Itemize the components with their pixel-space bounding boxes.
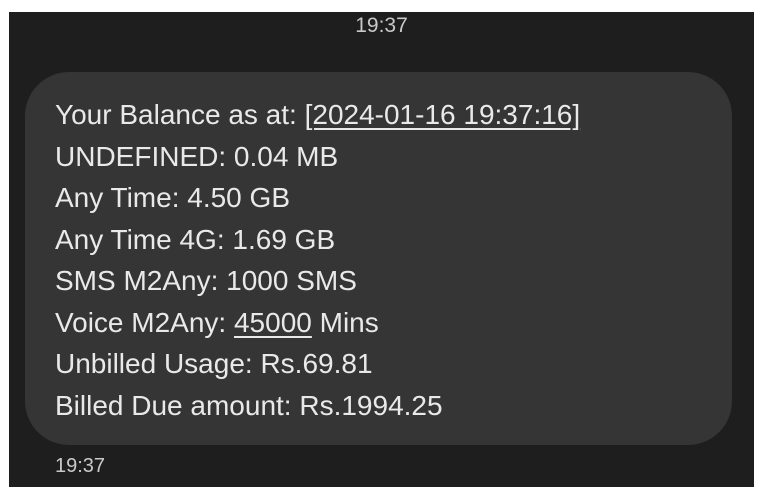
any-time-4g-line: Any Time 4G: 1.69 GB: [55, 223, 336, 255]
balance-label: Your Balance as at:: [55, 99, 305, 130]
message-body: Your Balance as at: [2024-01-16 19:37:16…: [55, 94, 580, 426]
unbilled-usage-line: Unbilled Usage: Rs.69.81: [55, 348, 373, 379]
voice-line: Voice M2Any: 45000 Mins: [55, 302, 580, 344]
undefined-line: UNDEFINED: 0.04 MB: [55, 140, 339, 172]
voice-label: Voice M2Any:: [55, 306, 234, 338]
voice-unit: Mins: [311, 306, 379, 338]
message-bubble[interactable]: Your Balance as at: [2024-01-16 19:37:16…: [25, 72, 732, 445]
balance-datetime-link[interactable]: [2024-01-16 19:37:16]: [305, 99, 581, 130]
sms-line: SMS M2Any: 1000 SMS: [55, 265, 357, 296]
billed-due-line: Billed Due amount: Rs.1994.25: [55, 389, 443, 421]
voice-minutes-link[interactable]: 45000: [234, 307, 312, 338]
balance-line: Your Balance as at: [2024-01-16 19:37:16…: [55, 94, 580, 136]
any-time-line: Any Time: 4.50 GB: [55, 182, 290, 213]
message-timestamp: 19:37: [55, 455, 106, 477]
conversation-screen: 19:37 Your Balance as at: [2024-01-16 19…: [9, 12, 754, 487]
message-date-header: 19:37: [355, 14, 408, 37]
